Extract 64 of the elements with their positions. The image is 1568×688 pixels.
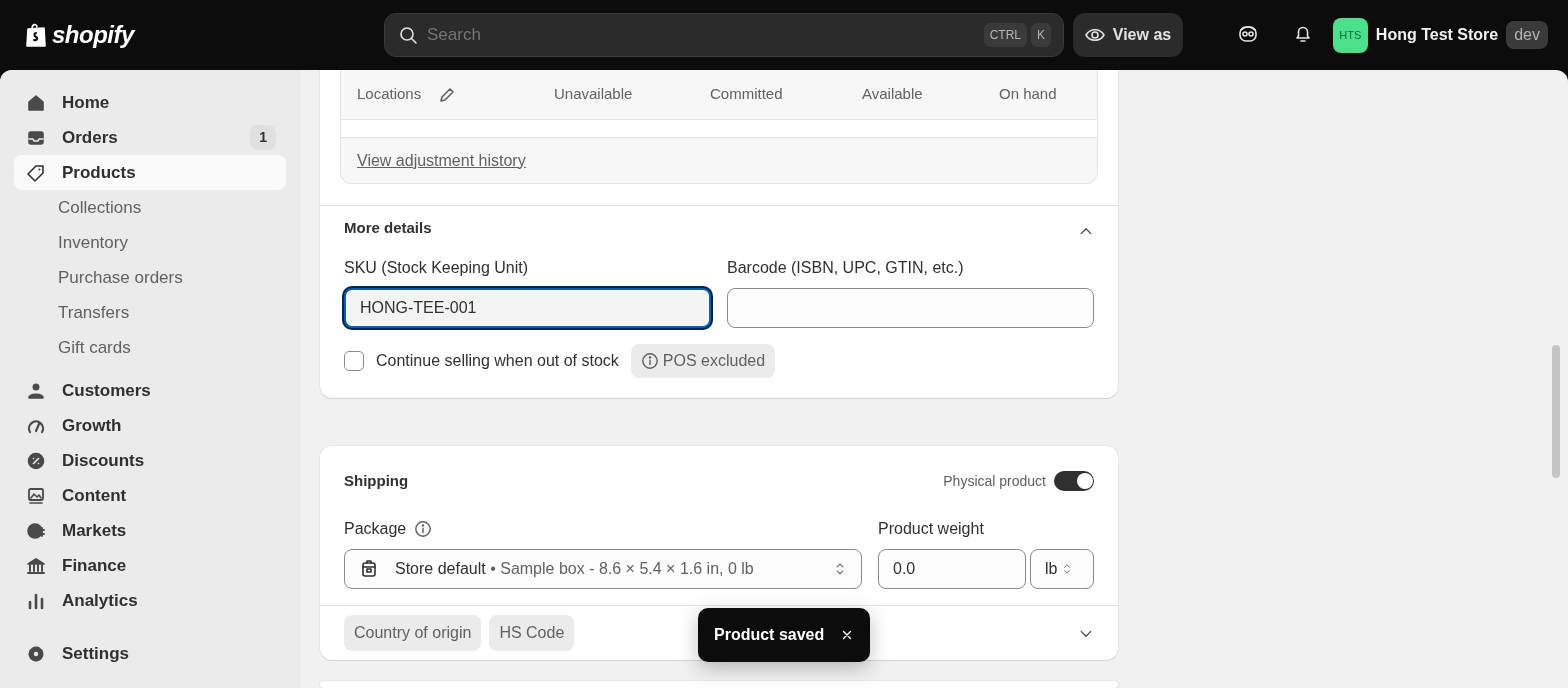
scrollbar-thumb[interactable] — [1552, 345, 1560, 478]
home-icon — [26, 92, 46, 113]
keyboard-key: CTRL — [983, 23, 1027, 47]
column-header: On hand — [999, 84, 1057, 105]
toggle-label: Physical product — [943, 471, 1046, 491]
keyboard-key: K — [1031, 23, 1051, 47]
nav-item[interactable]: Growth — [14, 408, 286, 443]
nav-subitem[interactable]: Collections — [14, 190, 286, 225]
history-link[interactable]: View adjustment history — [357, 148, 526, 173]
shopping-bag-icon — [24, 21, 48, 49]
section-title: More details — [344, 217, 432, 238]
nav-item[interactable]: Markets — [14, 513, 286, 548]
info-icon[interactable] — [414, 519, 433, 538]
info-icon — [640, 352, 659, 370]
view-as-button[interactable]: View as — [1073, 13, 1183, 57]
store-avatar[interactable]: HTS — [1332, 17, 1368, 53]
logo-text: shopify — [52, 20, 134, 50]
checkbox[interactable] — [344, 351, 364, 371]
percent-badge-icon — [26, 450, 46, 471]
nav-subitem[interactable]: Transfers — [14, 295, 286, 330]
nav-subitem[interactable]: Purchase orders — [14, 260, 286, 295]
column-header: Committed — [710, 84, 783, 105]
toast-message: Product saved — [714, 625, 825, 645]
chip[interactable]: Country of origin — [344, 614, 482, 651]
dev-badge: dev — [1506, 21, 1548, 49]
package-icon — [359, 558, 379, 579]
input-field[interactable] — [727, 288, 1094, 328]
nav-item[interactable]: Orders 1 — [14, 120, 286, 155]
nav-item[interactable]: Finance — [14, 548, 286, 583]
search-input[interactable]: Search — [425, 21, 976, 49]
store-name[interactable]: Hong Test Store — [1375, 23, 1499, 47]
nav-item[interactable]: Content — [14, 478, 286, 513]
field-label: Barcode (ISBN, UPC, GTIN, etc.) — [727, 258, 965, 278]
chip[interactable]: HS Code — [489, 614, 575, 651]
field-label: Product weight — [878, 518, 985, 539]
nav-item[interactable]: Home — [14, 85, 286, 120]
search-icon — [399, 26, 417, 44]
checkbox-label[interactable]: Continue selling when out of stock — [376, 349, 619, 373]
nav-item[interactable]: Customers — [14, 373, 286, 408]
search-bar[interactable]: Search CTRL K — [384, 13, 1064, 57]
nav-item[interactable]: Products — [14, 155, 286, 190]
column-header: Locations — [357, 84, 422, 105]
nav-item[interactable]: Discounts — [14, 443, 286, 478]
section-title: Shipping — [344, 471, 409, 491]
nav-subitem[interactable]: Inventory — [14, 225, 286, 260]
field-label: SKU (Stock Keeping Unit) — [344, 258, 530, 278]
nav-item[interactable]: Settings — [14, 636, 286, 671]
count-badge: 1 — [250, 125, 276, 150]
image-icon — [26, 485, 46, 506]
toggle-switch[interactable] — [1054, 471, 1094, 492]
column-header: Unavailable — [554, 84, 633, 105]
tag-icon — [26, 162, 46, 183]
nav-subitem[interactable]: Gift cards — [14, 330, 286, 365]
nav-item[interactable]: Analytics — [14, 583, 286, 618]
bank-icon — [26, 555, 46, 576]
unit-select[interactable]: lb — [1030, 548, 1094, 589]
input-field[interactable]: 0.0 — [878, 548, 1026, 589]
sidekick-face-icon[interactable] — [1237, 23, 1259, 45]
select-value: Store default • Sample box - 8.6 × 5.4 × 1.6 in, 0 lb — [395, 558, 755, 579]
input-field[interactable]: HONG-TEE-001 — [344, 288, 711, 328]
field-label: Package — [344, 518, 407, 539]
column-header: Available — [862, 84, 923, 105]
package-select[interactable]: Store default • Sample box - 8.6 × 5.4 × 1.6 in, 0 lb — [344, 548, 862, 589]
pos-excluded-badge: POS excluded — [630, 344, 776, 378]
